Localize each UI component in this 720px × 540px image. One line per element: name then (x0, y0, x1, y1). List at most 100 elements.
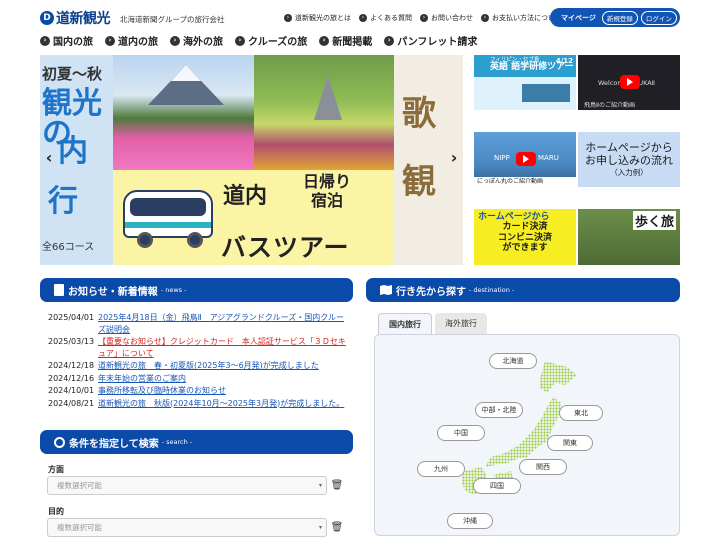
promo-title: 英語 (490, 62, 509, 73)
register-button[interactable]: 新規登録 (601, 10, 638, 25)
news-item: 2024/12/18 道新観光の旅 春・初夏版(2025年3～6月発)が完成しまし… (48, 360, 348, 372)
promo-payment[interactable]: ホームページから カード決済 コンビニ決済 ができます (474, 209, 576, 265)
news-link[interactable]: 道新観光の旅 秋版(2024年10月～2025年3月発)が完成しました。 (98, 398, 344, 410)
news-date: 2025/03/13 (48, 337, 95, 346)
news-item: 2024/08/21 道新観光の旅 秋版(2024年10月～2025年3月発)が完… (48, 398, 348, 410)
chevron-right-icon: › (170, 35, 180, 46)
toplink-contact[interactable]: › お問い合わせ (420, 13, 473, 23)
purpose-label: 目的 (48, 507, 64, 516)
bus-window (130, 198, 206, 216)
chevron-right-icon: › (105, 35, 115, 46)
chevron-right-icon: › (481, 14, 489, 22)
region-chubu-hokuriku[interactable]: 中部・北陸 (475, 402, 523, 418)
promo-application-flow[interactable]: ホームページから お申し込みの流れ （入力例） (578, 132, 680, 187)
promo-line: ができます (502, 243, 548, 254)
area-label: 方面 (48, 465, 64, 474)
youtube-play-icon (516, 152, 536, 166)
news-header: お知らせ・新着情報 - news - (40, 278, 353, 302)
nav-pamphlet[interactable]: › パンフレット請求 (384, 33, 477, 48)
chevron-right-icon: › (40, 35, 50, 46)
toplink-about[interactable]: › 道新観光の旅とは (284, 13, 351, 23)
bus-tour-title: バスツアー (221, 233, 350, 262)
bus-tour-daytrip: 日帰り (303, 172, 352, 191)
bus-tour-banner[interactable]: 道内 日帰り 宿泊 バスツアー (113, 170, 394, 265)
tab-overseas[interactable]: 海外旅行 (435, 313, 487, 335)
nav-cruise[interactable]: › クルーズの旅 (235, 33, 307, 48)
news-date: 2024/12/18 (48, 361, 95, 370)
logo-text: 道新観光 (56, 11, 111, 27)
slide-big-text: 観 (402, 162, 436, 202)
search-subtitle: - search - (161, 438, 193, 446)
purpose-select[interactable]: 複数選択可能 ▾ (47, 518, 327, 537)
region-tohoku[interactable]: 東北 (559, 405, 603, 421)
news-link[interactable]: 事務所移転及び臨時休業のお知らせ (98, 385, 226, 397)
caret-down-icon: ▾ (318, 482, 322, 489)
promo-line: コンビニ決済 (497, 232, 552, 243)
chevron-right-icon: › (359, 14, 367, 22)
video-asuka[interactable]: Welcome ASUKAⅡ 飛鳥Ⅱのご紹介動画 (578, 55, 680, 110)
nav-domestic[interactable]: › 国内の旅 (40, 33, 93, 48)
area-placeholder: 複数選択可能 (57, 481, 102, 490)
carousel-prev-arrow[interactable]: ‹ (40, 148, 58, 167)
mypage-link[interactable]: マイページ (561, 13, 596, 23)
promo-line: （入力例） (610, 168, 648, 178)
toplink-label: よくある質問 (370, 14, 412, 22)
search-icon (54, 436, 65, 448)
region-chugoku[interactable]: 中国 (437, 425, 485, 441)
document-icon (54, 284, 64, 296)
news-link[interactable]: 道新観光の旅 春・初夏版(2025年3～6月発)が完成しました (98, 360, 319, 372)
bus-wheel (137, 232, 153, 248)
promo-walking-tour[interactable]: 歩く旅 (578, 209, 680, 265)
search-header: 条件を指定して検索 - search - (40, 430, 353, 454)
garden-tower-shape (314, 75, 342, 120)
photo-mountain-flowers (113, 55, 254, 170)
region-hokkaido[interactable]: 北海道 (489, 353, 537, 369)
video-nippon-maru[interactable]: NIPP MARU にっぽん丸のご紹介動画 (474, 132, 576, 187)
destination-header: 行き先から探す - destination - (366, 278, 680, 302)
tab-domestic[interactable]: 国内旅行 (378, 313, 432, 335)
japan-map-panel: 北海道 中部・北陸 東北 関東 中国 九州 関西 四国 沖縄 (374, 334, 680, 536)
promo-cebu-english[interactable]: フィリピン・セブ島 英語 語学研修ツアー 4/12 (474, 55, 576, 110)
carousel-next-arrow[interactable]: › (445, 148, 463, 167)
trash-icon[interactable]: 🗑 (330, 477, 344, 493)
nav-label: クルーズの旅 (248, 37, 308, 48)
site-header: D 道新観光 北海道新聞グループの旅行会社 › 道新観光の旅とは › よくある質問 … (0, 0, 720, 30)
main-nav: › 国内の旅 › 道内の旅 › 海外の旅 › クルーズの旅 › 新聞掲載 › パンフレット請… (40, 33, 477, 48)
news-date: 2024/08/21 (48, 398, 95, 408)
logo-mark-icon: D (40, 11, 54, 25)
area-select[interactable]: 複数選択可能 ▾ (47, 476, 327, 495)
toplink-faq[interactable]: › よくある質問 (359, 13, 412, 23)
nav-label: 新聞掲載 (332, 37, 373, 48)
screen-shape (522, 84, 570, 102)
region-kansai[interactable]: 関西 (519, 459, 567, 475)
promo-title: 歩く旅 (632, 211, 676, 230)
promo-date: 4/12 (555, 57, 573, 65)
news-link-important[interactable]: 【重要なお知らせ】クレジットカード 本人認証サービス「３Ｄセキュア」について (98, 336, 348, 359)
mypage-box: マイページ 新規登録 ログイン (550, 8, 680, 27)
mountain-snow-shape (171, 65, 201, 81)
nav-label: 道内の旅 (118, 37, 158, 48)
region-kanto[interactable]: 関東 (547, 435, 593, 451)
region-okinawa[interactable]: 沖縄 (447, 513, 493, 529)
destination-subtitle: - destination - (469, 286, 515, 294)
promo-line: お申し込みの流れ (585, 154, 673, 167)
site-logo[interactable]: D 道新観光 (40, 8, 111, 28)
hero-carousel[interactable]: 初夏～秋 観光の 内 行 全66コース 道内 日帰り 宿泊 バスツアー 歌 観 … (40, 55, 463, 265)
nav-newspaper[interactable]: › 新聞掲載 (319, 33, 372, 48)
news-link[interactable]: 2025年4月18日（金）飛鳥Ⅱ アジアグランドクルーズ・国内クルーズ説明会 (98, 312, 348, 335)
trash-icon[interactable]: 🗑 (330, 519, 344, 535)
news-item: 2024/12/16 年末年始の営業のご案内 (48, 373, 348, 385)
news-link[interactable]: 年末年始の営業のご案内 (98, 373, 186, 385)
caret-down-icon: ▾ (318, 524, 322, 531)
login-button[interactable]: ログイン (640, 10, 677, 25)
destination-title: 行き先から探す (396, 286, 466, 298)
nav-overseas[interactable]: › 海外の旅 (170, 33, 223, 48)
region-shikoku[interactable]: 四国 (473, 478, 521, 494)
map-icon (380, 285, 392, 295)
nav-hokkaido[interactable]: › 道内の旅 (105, 33, 158, 48)
news-item: 2025/04/01 2025年4月18日（金）飛鳥Ⅱ アジアグランドクルーズ・国… (48, 312, 348, 335)
region-kyushu[interactable]: 九州 (417, 461, 465, 477)
news-item: 2024/10/01 事務所移転及び臨時休業のお知らせ (48, 385, 348, 397)
news-date: 2024/10/01 (48, 386, 95, 395)
bus-stripe (125, 222, 211, 228)
